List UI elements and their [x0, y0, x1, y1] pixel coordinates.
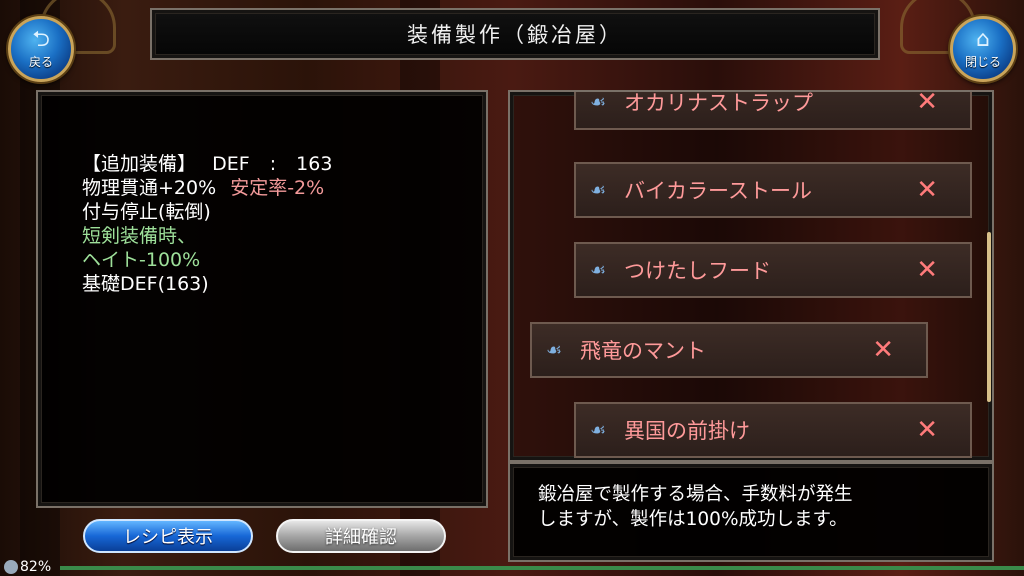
list-item-selected[interactable]: ☙ 飛竜のマント ✕: [530, 322, 928, 378]
condition-line: 短剣装備時、: [82, 225, 197, 247]
unavailable-icon: ✕: [916, 415, 938, 445]
page-title: 装備製作（鍛冶屋）: [407, 23, 623, 47]
item-name: オカリナストラップ: [624, 91, 813, 115]
cloak-icon: ☙: [590, 179, 607, 201]
item-name: つけたしフード: [624, 259, 771, 283]
info-box: 鍛冶屋で製作する場合、手数料が発生 しますが、製作は100%成功します。: [508, 462, 994, 562]
cloak-icon: ☙: [590, 419, 607, 441]
info-line: 鍛冶屋で製作する場合、手数料が発生: [538, 484, 853, 505]
item-name: 飛竜のマント: [580, 339, 706, 363]
progress-line: [60, 566, 1024, 570]
effect-line: 付与停止(転倒): [82, 201, 211, 223]
list-item[interactable]: ☙ バイカラーストール ✕: [574, 162, 972, 218]
back-arrow-icon: ⮌: [32, 26, 50, 52]
status-percent: 82%: [20, 559, 52, 575]
hate-line: ヘイト-100%: [82, 249, 201, 271]
stat-row: 物理貫通+20% 安定率-2%: [82, 176, 332, 200]
status-bar: 82%: [0, 558, 51, 576]
info-text: 鍛冶屋で製作する場合、手数料が発生 しますが、製作は100%成功します。: [538, 482, 853, 532]
close-button[interactable]: ⌂ 閉じる: [950, 16, 1016, 82]
back-button-label: 戻る: [28, 54, 53, 69]
item-name: バイカラーストール: [624, 179, 812, 203]
stability-stat: 安定率-2%: [230, 177, 325, 199]
back-button[interactable]: ⮌ 戻る: [8, 16, 74, 82]
unavailable-icon: ✕: [872, 335, 894, 365]
description-panel: 【追加装備】 DEF : 163 物理貫通+20% 安定率-2% 付与停止(転倒…: [36, 90, 488, 508]
unavailable-icon: ✕: [916, 255, 938, 285]
cloak-icon: ☙: [590, 259, 607, 281]
def-stat-label: DEF: [212, 153, 250, 175]
close-button-label: 閉じる: [964, 54, 1001, 69]
cloak-icon: ☙: [590, 91, 607, 113]
title-bar: 装備製作（鍛冶屋）: [150, 8, 880, 60]
base-def-line: 基礎DEF(163): [82, 273, 209, 295]
unavailable-icon: ✕: [916, 90, 938, 117]
info-line: しますが、製作は100%成功します。: [538, 509, 848, 530]
gear-icon: [4, 560, 18, 574]
list-item[interactable]: ☙ 異国の前掛け ✕: [574, 402, 972, 458]
list-item[interactable]: ☙ つけたしフード ✕: [574, 242, 972, 298]
home-icon: ⌂: [976, 26, 990, 52]
unavailable-icon: ✕: [916, 175, 938, 205]
recipe-button[interactable]: レシピ表示: [83, 519, 253, 553]
def-row: 【追加装備】 DEF : 163: [82, 152, 332, 176]
def-separator: :: [269, 153, 277, 175]
equipment-description: 【追加装備】 DEF : 163 物理貫通+20% 安定率-2% 付与停止(転倒…: [82, 152, 332, 296]
penetration-stat: 物理貫通+20%: [82, 177, 217, 199]
extra-equip-label: 【追加装備】: [82, 153, 197, 175]
def-value: 163: [296, 153, 333, 175]
item-list-panel: ☙ オカリナストラップ ✕ ☙ バイカラーストール ✕ ☙ つけたしフード ✕ …: [508, 90, 994, 462]
cloak-icon: ☙: [546, 339, 563, 361]
list-item[interactable]: ☙ オカリナストラップ ✕: [574, 90, 972, 130]
list-scrollbar[interactable]: [987, 232, 991, 402]
details-button[interactable]: 詳細確認: [276, 519, 446, 553]
item-name: 異国の前掛け: [624, 419, 750, 443]
